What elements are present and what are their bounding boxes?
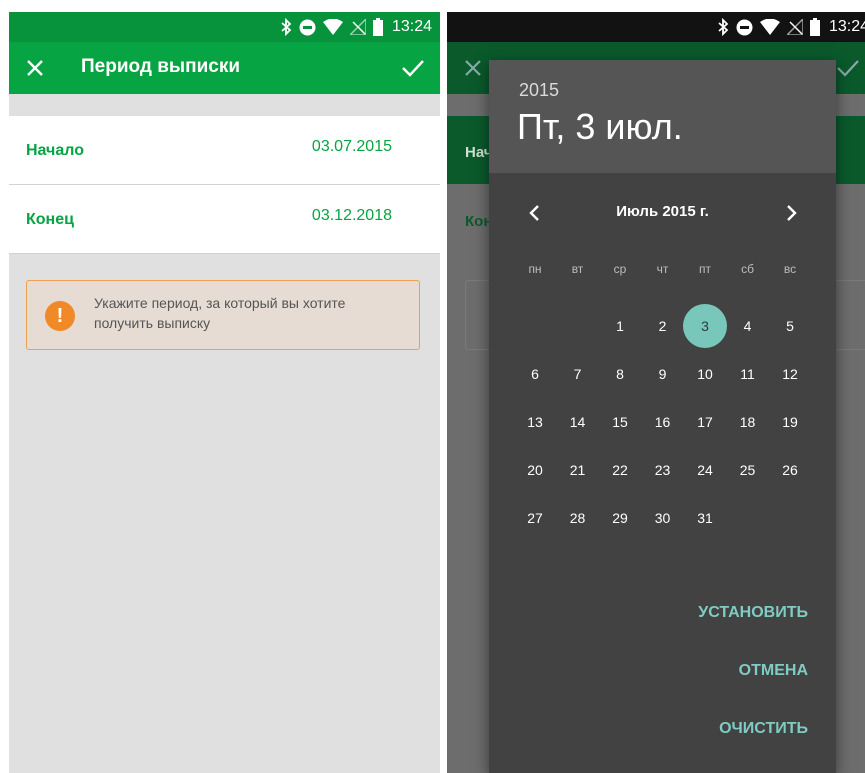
calendar-day[interactable]: 16 xyxy=(641,400,685,444)
calendar-day[interactable]: 26 xyxy=(768,448,812,492)
status-time: 13:24 xyxy=(391,18,432,35)
chevron-right-icon[interactable] xyxy=(783,204,799,222)
info-notice: ! Укажите период, за который вы хотите п… xyxy=(26,280,420,350)
calendar-day[interactable]: 10 xyxy=(683,352,727,396)
dnd-icon xyxy=(299,19,316,35)
calendar-day[interactable]: 19 xyxy=(768,400,812,444)
calendar-day[interactable]: 17 xyxy=(683,400,727,444)
bluetooth-icon xyxy=(281,18,292,36)
start-date-value: 03.07.2015 xyxy=(311,138,392,155)
status-bar: 13:24 xyxy=(447,12,865,42)
close-icon xyxy=(465,60,481,76)
check-icon[interactable] xyxy=(400,55,426,81)
year-label[interactable]: 2015 xyxy=(519,80,559,101)
selected-day[interactable]: 3 xyxy=(683,304,727,348)
weekday-label: пт xyxy=(699,262,711,276)
calendar-day[interactable]: 20 xyxy=(513,448,557,492)
wifi-icon xyxy=(759,19,780,35)
calendar-day[interactable]: 5 xyxy=(768,304,812,348)
bluetooth-icon xyxy=(718,18,729,36)
no-sim-icon xyxy=(349,19,366,35)
end-date-field[interactable]: Конец 03.12.2018 xyxy=(9,185,440,254)
cancel-button[interactable]: ОТМЕНА xyxy=(739,662,808,680)
calendar-day[interactable]: 9 xyxy=(641,352,685,396)
calendar-day[interactable]: 12 xyxy=(768,352,812,396)
close-icon[interactable] xyxy=(23,56,47,80)
weekday-label: вс xyxy=(783,262,797,276)
check-icon xyxy=(837,60,859,77)
set-button[interactable]: УСТАНОВИТЬ xyxy=(698,604,808,622)
battery-icon xyxy=(372,18,383,36)
calendar-day[interactable]: 31 xyxy=(683,496,727,540)
date-picker-dialog: 2015 Пт, 3 июл. Июль 2015 г. пн вт ср чт пт с… xyxy=(489,60,836,773)
calendar-day[interactable]: 30 xyxy=(641,496,685,540)
date-picker-header: 2015 Пт, 3 июл. xyxy=(489,60,836,173)
calendar-day[interactable]: 2 xyxy=(641,304,685,348)
calendar-day[interactable]: 7 xyxy=(556,352,600,396)
wifi-icon xyxy=(322,19,343,35)
weekday-label: ср xyxy=(613,262,627,276)
status-bar: 13:24 xyxy=(9,12,440,42)
page-title: Период выписки xyxy=(81,56,241,77)
calendar-day[interactable]: 25 xyxy=(726,448,770,492)
notice-text: Укажите период, за который вы хотите пол… xyxy=(94,295,346,331)
calendar-day[interactable]: 13 xyxy=(513,400,557,444)
calendar-day[interactable]: 1 xyxy=(598,304,642,348)
end-date-value: 03.12.2018 xyxy=(311,207,392,224)
calendar-day[interactable]: 21 xyxy=(556,448,600,492)
calendar-day[interactable]: 24 xyxy=(683,448,727,492)
status-time: 13:24 xyxy=(828,18,865,35)
calendar-day[interactable]: 18 xyxy=(726,400,770,444)
weekday-label: чт xyxy=(656,262,669,276)
spacer xyxy=(9,94,440,116)
weekday-label: сб xyxy=(741,262,754,276)
selected-date-label[interactable]: Пт, 3 июл. xyxy=(517,106,683,148)
calendar-day[interactable]: 28 xyxy=(556,496,600,540)
end-date-label: Конец xyxy=(26,211,74,228)
calendar-day[interactable]: 14 xyxy=(556,400,600,444)
calendar-day[interactable]: 23 xyxy=(641,448,685,492)
no-sim-icon xyxy=(786,19,803,35)
clear-button[interactable]: ОЧИСТИТЬ xyxy=(719,720,808,738)
left-screen: 13:24 Период выписки Начало 03.07.2015 К… xyxy=(9,12,440,773)
weekday-label: вт xyxy=(571,262,584,276)
right-screen: 13:24 Нач Кон 2015 Пт, 3 июл. Июль 2015 … xyxy=(447,12,865,773)
start-date-field[interactable]: Начало 03.07.2015 xyxy=(9,116,440,185)
calendar-day[interactable]: 15 xyxy=(598,400,642,444)
warning-icon: ! xyxy=(45,301,75,331)
dnd-icon xyxy=(736,19,753,35)
battery-icon xyxy=(809,18,820,36)
calendar-day[interactable]: 22 xyxy=(598,448,642,492)
weekday-label: пн xyxy=(528,262,542,276)
calendar-day[interactable]: 29 xyxy=(598,496,642,540)
start-date-label: Начало xyxy=(26,142,84,159)
calendar-day[interactable]: 4 xyxy=(726,304,770,348)
calendar-day[interactable]: 27 xyxy=(513,496,557,540)
calendar-day[interactable]: 8 xyxy=(598,352,642,396)
app-bar: Период выписки xyxy=(9,42,440,94)
calendar-day[interactable]: 6 xyxy=(513,352,557,396)
calendar-day[interactable]: 11 xyxy=(726,352,770,396)
